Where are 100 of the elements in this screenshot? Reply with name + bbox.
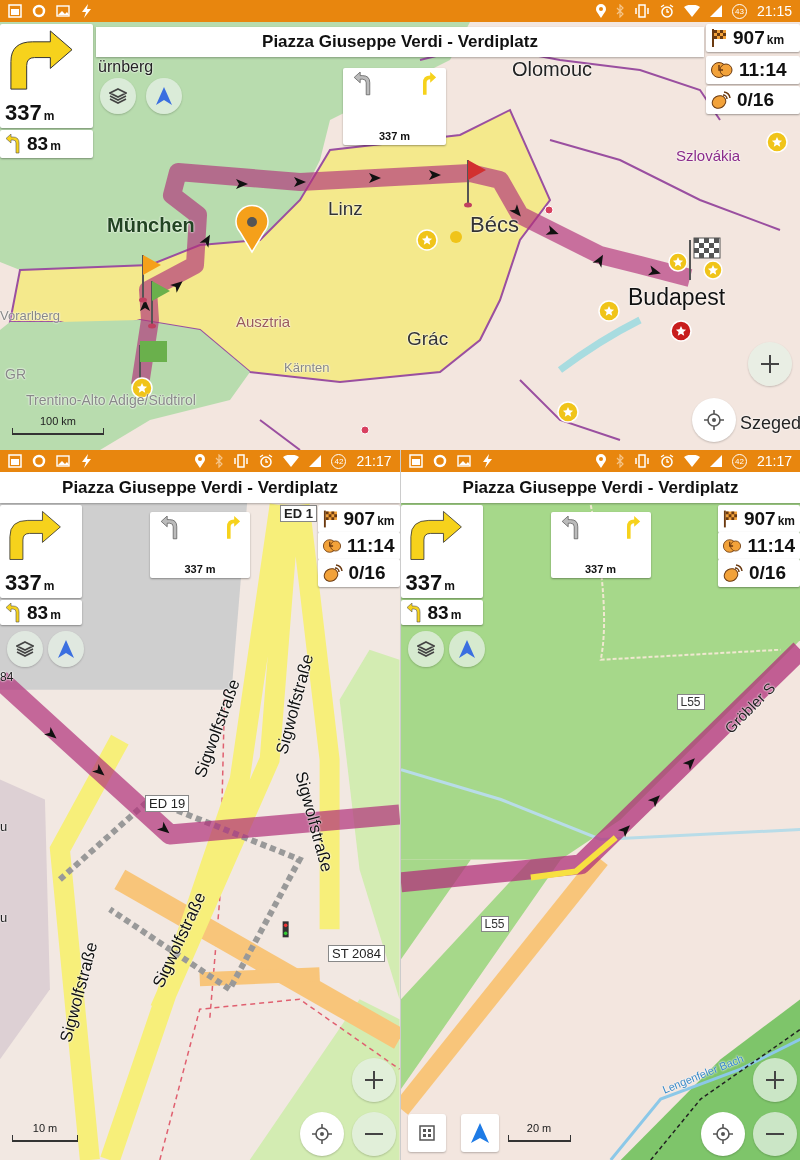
bluetooth-icon [615,454,624,468]
turn-distance: 337 [5,570,42,596]
distance-unit: m [43,579,55,593]
navigation-button[interactable] [460,1114,499,1152]
north-arrow-icon [458,640,475,658]
turn-distance: 337 [5,100,42,126]
ring-icon [432,454,447,468]
direction-arrow-icon [199,234,210,248]
satellite-dish-icon [723,564,743,582]
distance-unit: m [450,607,462,622]
direction-arrow-icon [236,179,248,189]
turn-distance: 337 [405,570,443,596]
distance-unit: km [377,514,395,528]
next-turn-distance: 83 [27,133,49,155]
bluetooth-icon [215,454,224,468]
start-marker-icon [139,341,167,381]
layers-icon [16,641,34,657]
checkered-flag-icon [322,510,338,528]
north-arrow-icon [58,640,74,658]
status-time: 21:17 [756,453,792,469]
stat-value: 907 [343,508,376,530]
clock-icon [322,537,341,555]
grid-button[interactable] [407,1114,446,1152]
calendar-icon [8,454,22,468]
lane-left-arrow-icon [353,72,373,96]
stat-value: 907 [743,508,776,530]
map-pin-icon [235,204,269,253]
plus-icon [365,1071,383,1089]
distance-unit: m [43,109,55,123]
status-time: 21:15 [756,3,792,19]
image-icon [56,5,70,17]
distance-unit: m [50,139,61,153]
direction-arrow-icon [140,299,150,311]
my-location-icon [312,1124,332,1144]
direction-arrow-icon [369,173,381,183]
checkered-flag-icon [711,29,727,47]
calendar-icon [8,4,22,18]
town-dot-icon [360,425,370,435]
star-marker-icon [668,252,688,272]
alarm-icon [659,454,674,468]
direction-arrow-icon [92,763,105,776]
satellite-dish-icon [322,564,343,582]
direction-arrow-icon [509,204,521,217]
scale-bar [12,1135,78,1142]
turn-left-arrow-icon [405,602,422,623]
stat-value: 907 [733,27,765,49]
stat-value: 11:14 [739,59,787,81]
satellite-dish-icon [711,91,731,109]
lane-distance: 337 m [584,563,617,575]
direction-arrow-icon [545,225,559,235]
distance-unit: m [50,607,61,622]
street-name-bar: Piazza Giuseppe Verdi - Verdiplatz [96,27,704,57]
star-marker-icon [557,401,579,423]
image-icon [456,455,471,467]
north-arrow-icon [156,87,172,105]
alarm-icon [659,4,674,18]
plus-icon [761,355,779,373]
minus-icon [765,1133,784,1135]
bolt-icon [480,454,493,468]
map-place-label: Olomouc [512,58,593,81]
lane-distance: 337 m [378,130,411,142]
scale-label: 20 m [526,1122,552,1134]
minus-icon [365,1133,383,1135]
direction-arrow-icon [647,795,660,808]
location-pin-icon [595,454,606,468]
next-turn-distance: 83 [427,601,449,624]
wifi-icon [683,5,700,17]
road-number-label: L55 [676,694,705,710]
star-marker-icon [766,131,788,153]
turn-left-arrow-icon [5,134,21,154]
road-number-label: ST 2084 [328,945,385,962]
lane-distance: 337 m [184,563,216,575]
vibrate-icon [633,454,650,468]
distance-unit: km [766,33,785,47]
direction-arrow-icon [429,170,441,180]
distance-unit: m [444,579,455,593]
street-name-bar: Piazza Giuseppe Verdi - Verdiplatz [400,472,800,503]
signal-icon [709,5,722,17]
scale-label: 100 km [39,415,77,427]
image-icon [56,455,70,467]
stat-value: 0/16 [749,562,786,584]
map-place-label: Bécs [470,212,519,238]
direction-arrow-icon [157,821,170,834]
scale-label: 10 m [32,1122,58,1134]
map-place-label: Linz [328,198,363,220]
flag-icon [148,280,170,329]
bolt-icon [80,4,92,18]
wifi-icon [283,455,300,467]
star-marker-icon [670,320,692,342]
map-place-label: Kärnten [284,360,330,375]
lane-left-arrow-icon [560,516,580,540]
stat-value: 0/16 [348,562,386,584]
status-time: 21:17 [356,453,392,469]
flag-icon [464,159,486,208]
star-marker-icon [416,229,438,251]
turn-left-arrow-icon [5,602,21,623]
street-label: u [0,819,8,834]
road-number-label: ED 19 [145,795,190,812]
scale-bar [507,1135,571,1142]
street-label: u [0,910,8,925]
